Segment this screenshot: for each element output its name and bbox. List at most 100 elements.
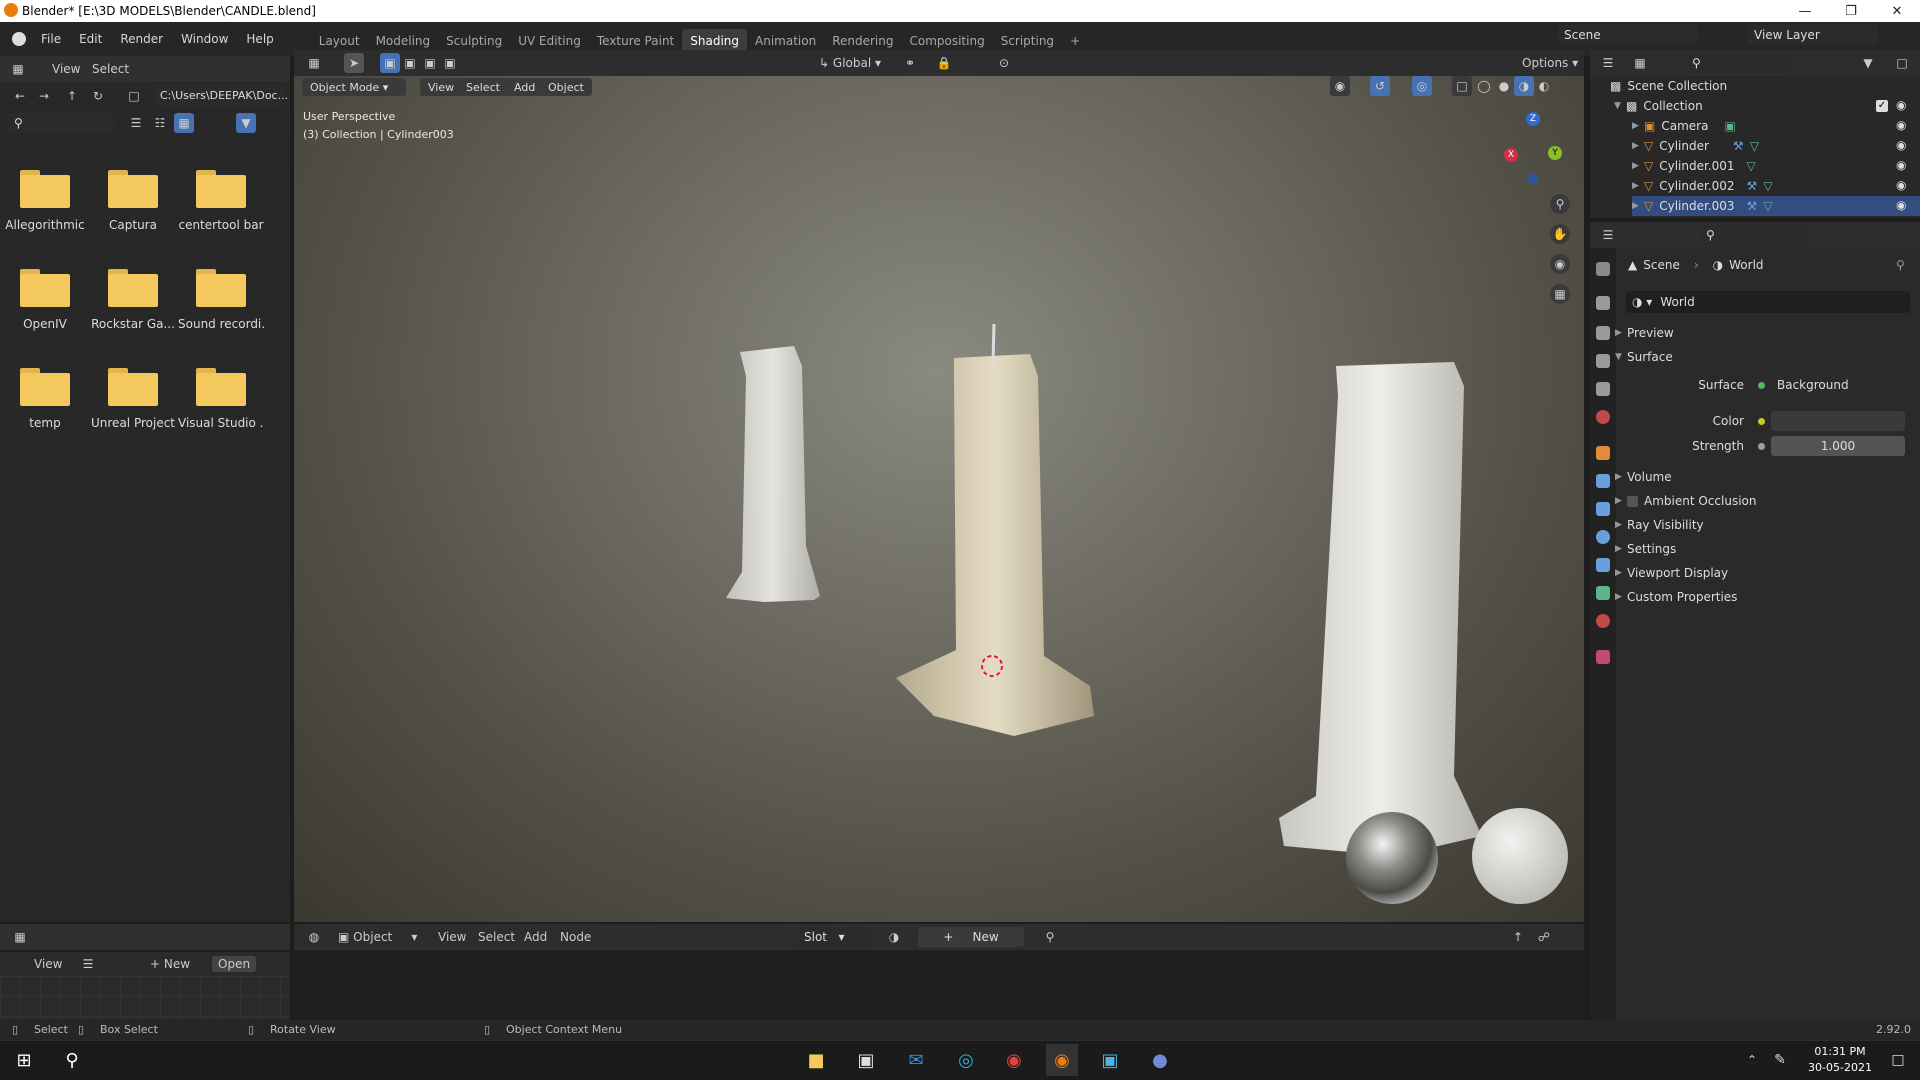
slot-dropdown[interactable]: Slot ▾: [798, 927, 872, 947]
rendered-shading-icon[interactable]: ◐: [1534, 76, 1554, 96]
eye-icon[interactable]: ◉: [1896, 98, 1906, 112]
node-add-menu[interactable]: Add: [524, 930, 547, 944]
parent-dir-icon[interactable]: ↑: [62, 86, 82, 106]
eye-icon[interactable]: ◉: [1896, 138, 1906, 152]
discord-icon[interactable]: ●: [1144, 1044, 1176, 1076]
menu-edit[interactable]: Edit: [70, 28, 111, 50]
solid-shading-icon[interactable]: ●: [1494, 76, 1514, 96]
overlay-toggle-icon[interactable]: ◎: [1412, 76, 1432, 96]
properties-search-input[interactable]: ⚲: [1700, 225, 1810, 245]
eye-icon[interactable]: ◉: [1896, 178, 1906, 192]
parent-node-icon[interactable]: ↑: [1508, 927, 1528, 947]
navigation-gizmo[interactable]: Z X Y: [1504, 112, 1574, 192]
close-button[interactable]: ✕: [1874, 0, 1920, 22]
menu-help[interactable]: Help: [237, 28, 282, 50]
pin-icon[interactable]: ⚲: [1896, 258, 1905, 272]
panel-preview[interactable]: ▶ Preview: [1615, 322, 1674, 344]
xray-icon[interactable]: □: [1452, 76, 1472, 96]
editor-type-icon[interactable]: ☰: [1598, 53, 1618, 73]
filter-icon[interactable]: ▼: [236, 113, 256, 133]
notification-icon[interactable]: □: [1882, 1044, 1914, 1076]
options-dropdown[interactable]: Options ▾: [1522, 56, 1578, 70]
eye-icon[interactable]: ◉: [1896, 198, 1906, 212]
collection-checkbox[interactable]: ✓: [1876, 100, 1888, 112]
world-tab-icon[interactable]: [1596, 410, 1610, 424]
chrome-icon[interactable]: ◉: [998, 1044, 1030, 1076]
visibility-icon[interactable]: ◉: [1330, 76, 1350, 96]
strength-slider[interactable]: 1.000: [1771, 436, 1905, 456]
scene-collection-row[interactable]: ▩ Scene Collection: [1610, 76, 1920, 96]
invert-select-icon[interactable]: ▣: [440, 53, 460, 73]
eye-icon[interactable]: ◉: [1896, 158, 1906, 172]
editor-type-icon[interactable]: ▦: [304, 53, 324, 73]
world-datablock-field[interactable]: ◑ ▾ World: [1626, 291, 1910, 313]
camera-view-icon[interactable]: ◉: [1550, 254, 1570, 274]
editor-type-icon[interactable]: ▦: [8, 59, 28, 79]
surface-shader-field[interactable]: Background: [1771, 375, 1905, 395]
node-node-menu[interactable]: Node: [560, 930, 591, 944]
box-select-icon[interactable]: ▣: [380, 53, 400, 73]
panel-volume[interactable]: ▶ Volume: [1615, 466, 1672, 488]
ortho-grid-icon[interactable]: ▦: [1550, 284, 1570, 304]
ao-checkbox[interactable]: [1627, 495, 1638, 507]
select-tool-icon[interactable]: ➤: [344, 53, 364, 73]
new-material-button[interactable]: + New: [918, 927, 1024, 947]
image-new-button[interactable]: + New: [150, 957, 190, 971]
scene-tab-icon[interactable]: [1596, 382, 1610, 396]
pin-icon[interactable]: ⚲: [1040, 927, 1060, 947]
outliner-item-cylinder-002[interactable]: ▶ ▽ Cylinder.002 ⚒ ▽: [1632, 176, 1920, 196]
editor-type-icon[interactable]: ▦: [10, 927, 30, 947]
new-collection-icon[interactable]: □: [1892, 53, 1912, 73]
pivot-icon[interactable]: ⚭: [900, 53, 920, 73]
minimize-button[interactable]: —: [1782, 0, 1828, 22]
outliner-item-cylinder-001[interactable]: ▶ ▽ Cylinder.001 ▽: [1632, 156, 1920, 176]
blender-taskbar-icon[interactable]: ◉: [1046, 1044, 1078, 1076]
panel-viewport-display[interactable]: ▶ Viewport Display: [1615, 562, 1728, 584]
node-editor-canvas[interactable]: [294, 950, 1584, 1020]
new-folder-icon[interactable]: □: [124, 86, 144, 106]
z-axis-icon[interactable]: Z: [1526, 112, 1540, 126]
proportional-edit-icon[interactable]: ⊙: [994, 53, 1014, 73]
subtract-select-icon[interactable]: ▣: [420, 53, 440, 73]
transform-orientation-dropdown[interactable]: ↳ Global ▾: [819, 56, 881, 70]
view-layer-selector[interactable]: View Layer: [1748, 25, 1878, 45]
folder-item[interactable]: Captura: [90, 170, 176, 232]
panel-settings[interactable]: ▶ Settings: [1615, 538, 1676, 560]
folder-item[interactable]: temp: [2, 368, 88, 430]
3d-viewport[interactable]: User Perspective (3) Collection | Cylind…: [294, 76, 1584, 922]
panel-ambient-occlusion[interactable]: ▶ Ambient Occlusion: [1615, 490, 1756, 512]
select-menu[interactable]: Select: [92, 62, 129, 76]
menu-window[interactable]: Window: [172, 28, 237, 50]
particles-tab-icon[interactable]: [1596, 502, 1610, 516]
zoom-icon[interactable]: ⚲: [1550, 194, 1570, 214]
pan-hand-icon[interactable]: ✋: [1550, 224, 1570, 244]
object-mode-dropdown[interactable]: Object Mode ▾: [302, 78, 406, 96]
viewport-select-menu[interactable]: Select: [458, 78, 508, 96]
image-view-menu[interactable]: View: [34, 957, 62, 971]
folder-item[interactable]: Allegorithmic: [2, 170, 88, 232]
render-tab-icon[interactable]: [1596, 296, 1610, 310]
wireframe-shading-icon[interactable]: ◯: [1474, 76, 1494, 96]
menu-icon[interactable]: ☰: [78, 954, 98, 974]
mail-icon[interactable]: ✉: [900, 1044, 932, 1076]
folder-item[interactable]: Unreal Project: [90, 368, 176, 430]
filter-icon[interactable]: ▼: [1858, 53, 1878, 73]
folder-item[interactable]: centertool bar: [178, 170, 264, 232]
outliner-item-camera[interactable]: ▶ ▣ Camera ▣: [1632, 116, 1920, 136]
constraints-tab-icon[interactable]: [1596, 558, 1610, 572]
editor-type-icon[interactable]: ☰: [1598, 225, 1618, 245]
forward-icon[interactable]: →: [34, 86, 54, 106]
world-icon[interactable]: ◑: [884, 927, 904, 947]
outliner-item-cylinder-003[interactable]: ▶ ▽ Cylinder.003 ⚒ ▽: [1632, 196, 1920, 216]
tool-tab-icon[interactable]: [1596, 262, 1610, 276]
panel-surface[interactable]: ▼ Surface: [1615, 346, 1673, 368]
extend-select-icon[interactable]: ▣: [400, 53, 420, 73]
object-tab-icon[interactable]: [1596, 446, 1610, 460]
store-icon[interactable]: ▣: [850, 1044, 882, 1076]
short-list-icon[interactable]: ☷: [150, 113, 170, 133]
eye-icon[interactable]: ◉: [1896, 118, 1906, 132]
view-menu[interactable]: View: [52, 62, 80, 76]
folder-item[interactable]: Rockstar Ga...: [90, 269, 176, 331]
outliner-item-cylinder[interactable]: ▶ ▽ Cylinder ⚒ ▽: [1632, 136, 1920, 156]
x-axis-icon[interactable]: X: [1504, 148, 1518, 162]
